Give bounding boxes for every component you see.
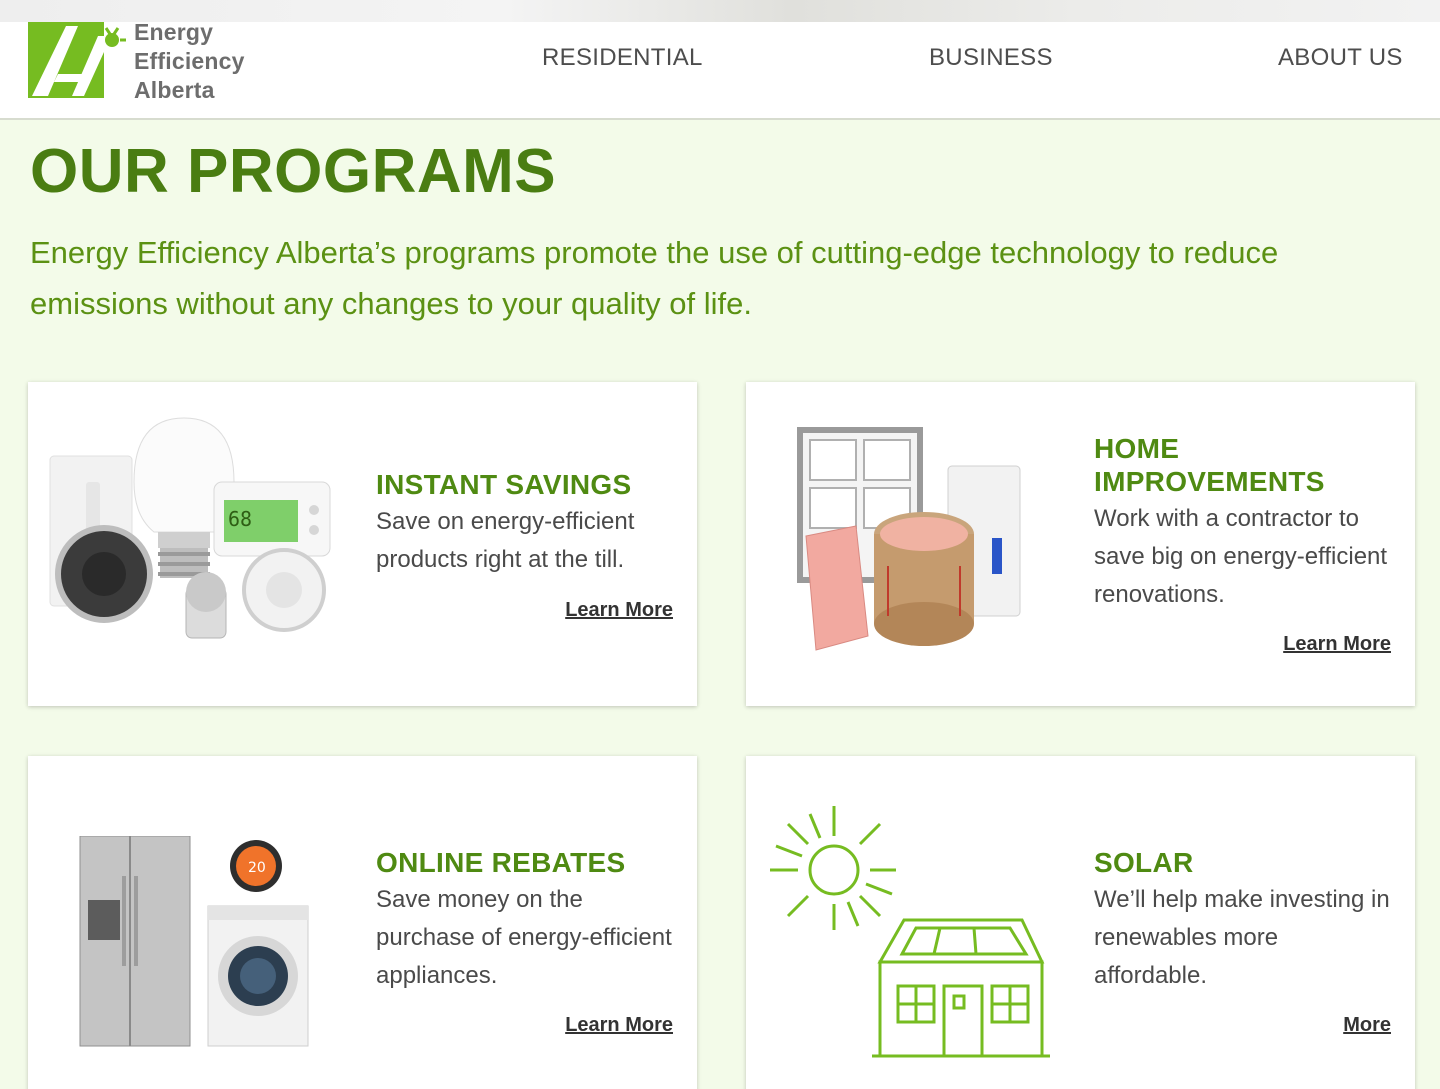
logo-line-2: Efficiency	[134, 48, 245, 74]
products-image: 68	[49, 417, 331, 639]
solar-house-icon	[770, 806, 1050, 1058]
logo-line-3: Alberta	[134, 77, 215, 103]
learn-more-link[interactable]: Learn More	[1283, 633, 1391, 656]
page-title: OUR PROGRAMS	[30, 137, 557, 206]
program-card-body: HOME IMPROVEMENTS Work with a contractor…	[1094, 432, 1394, 614]
appliances-image: 20	[79, 836, 309, 1047]
program-title: HOME IMPROVEMENTS	[1094, 433, 1325, 497]
program-title: ONLINE REBATES	[376, 847, 626, 878]
program-card-body: INSTANT SAVINGS Save on energy-efficient…	[376, 468, 676, 579]
program-card-instant-savings: 68 INSTANT SAVINGS Save on energy-effici…	[28, 382, 697, 706]
nav-residential[interactable]: RESIDENTIAL	[542, 44, 703, 72]
program-description: Save on energy-efficient products right …	[376, 508, 635, 573]
svg-text:68: 68	[228, 507, 252, 531]
intro-paragraph: Energy Efficiency Alberta’s programs pro…	[30, 235, 1279, 321]
program-description: Save money on the purchase of energy-eff…	[376, 886, 672, 989]
program-title: SOLAR	[1094, 847, 1194, 878]
program-card-solar: SOLAR We’ll help make investing in renew…	[746, 756, 1415, 1089]
program-title: INSTANT SAVINGS	[376, 469, 632, 500]
window-insulation-image	[797, 427, 1021, 651]
logo-line-1: Energy	[134, 19, 214, 45]
nav-business[interactable]: BUSINESS	[929, 44, 1053, 72]
program-description: Work with a contractor to save big on en…	[1094, 505, 1388, 608]
program-card-home-improvements: HOME IMPROVEMENTS Work with a contractor…	[746, 382, 1415, 706]
site-header: Energy Efficiency Alberta RESIDENTIAL BU…	[0, 19, 1440, 120]
svg-text:20: 20	[248, 860, 266, 876]
program-description: We’ll help make investing in renewables …	[1094, 886, 1390, 989]
nav-about-us[interactable]: ABOUT US	[1278, 44, 1403, 72]
learn-more-link[interactable]: Learn More	[565, 1014, 673, 1037]
logo-wordmark: Energy Efficiency Alberta	[134, 18, 245, 105]
site-logo[interactable]: Energy Efficiency Alberta	[28, 19, 268, 103]
program-card-body: SOLAR We’ll help make investing in renew…	[1094, 846, 1394, 995]
program-card-online-rebates: 20 ONLINE REBATES Save money on the purc…	[28, 756, 697, 1089]
learn-more-link[interactable]: More	[1343, 1014, 1391, 1037]
logo-mark-icon	[28, 22, 126, 98]
program-card-body: ONLINE REBATES Save money on the purchas…	[376, 846, 676, 995]
learn-more-link[interactable]: Learn More	[565, 599, 673, 622]
